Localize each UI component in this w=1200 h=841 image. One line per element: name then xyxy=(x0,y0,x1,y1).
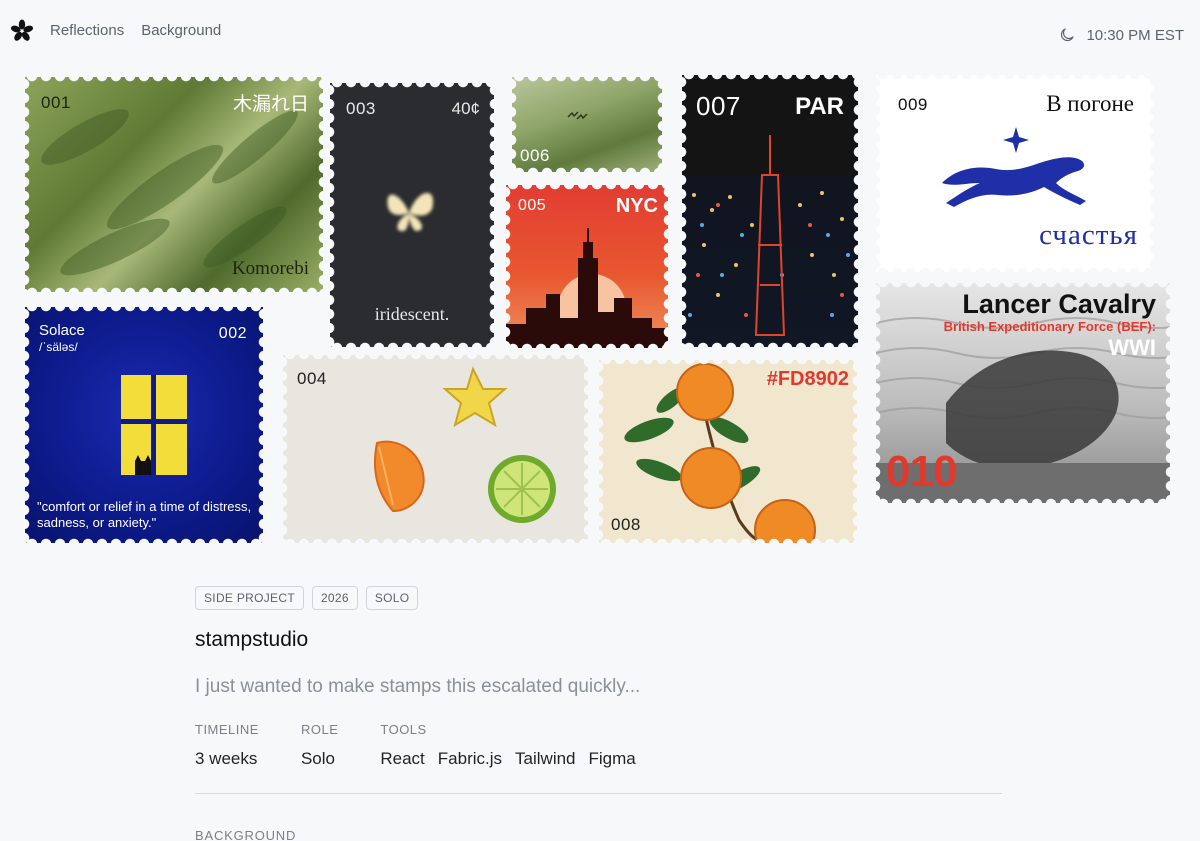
nav-reflections-link[interactable]: Reflections xyxy=(50,22,124,39)
stamp-010[interactable]: Lancer Cavalry British Expeditionary For… xyxy=(876,283,1170,503)
project-subtitle: I just wanted to make stamps this escala… xyxy=(195,676,641,697)
stamp-number: 006 xyxy=(520,146,550,165)
stamp-004[interactable]: 004 xyxy=(283,355,588,543)
birds-icon xyxy=(567,111,588,120)
stamp-008[interactable]: #FD8902 008 xyxy=(599,360,857,543)
background-section-label: BACKGROUND xyxy=(195,828,297,841)
tokyo-night-art xyxy=(682,135,858,347)
stamp-city: PAR xyxy=(795,93,844,120)
stamp-number: 010 xyxy=(886,447,957,496)
stamp-number: 002 xyxy=(218,325,247,342)
tag-side-project: SIDE PROJECT xyxy=(195,586,304,610)
tool-react: React xyxy=(380,749,425,768)
stamp-title: Lancer Cavalry xyxy=(962,289,1156,319)
project-meta: TIMELINE 3 weeks ROLE Solo TOOLS React F… xyxy=(195,722,636,769)
tool-fabricjs: Fabric.js xyxy=(437,749,503,768)
stamp-title-top: В погоне xyxy=(1046,91,1134,116)
stamp-number: 003 xyxy=(346,99,376,118)
nyc-skyline-art xyxy=(506,228,668,348)
stamp-number: 008 xyxy=(611,515,641,534)
meta-tools: TOOLS React Fabric.js Tailwind Figma xyxy=(380,722,635,769)
role-value: Solo xyxy=(300,749,335,768)
tools-label: TOOLS xyxy=(380,722,427,737)
greyhound-art xyxy=(942,127,1086,207)
tag-year: 2026 xyxy=(311,586,358,610)
stamp-hex-code: #FD8902 xyxy=(766,368,849,390)
fruit-art xyxy=(373,366,556,523)
stamp-number: 007 xyxy=(696,91,741,121)
stamp-002[interactable]: Solace /ˈsäləs/ 002 "comfort or relief i… xyxy=(25,307,263,543)
window-cat-art xyxy=(121,375,187,475)
stamp-caption: Komorebi xyxy=(231,258,309,279)
stamp-word: Solace xyxy=(39,322,85,339)
meta-timeline: TIMELINE 3 weeks xyxy=(195,722,259,769)
stamp-number: 004 xyxy=(297,369,327,388)
stamp-definition: "comfort or relief in a time of distress… xyxy=(37,499,252,530)
butterfly-icon xyxy=(387,192,434,232)
clock: 10:30 PM EST xyxy=(1058,26,1184,44)
stamp-001[interactable]: 001 木漏れ日 Komorebi xyxy=(25,77,323,292)
timeline-value: 3 weeks xyxy=(195,749,258,768)
stamp-007[interactable]: 007 PAR xyxy=(682,75,858,347)
project-title: stampstudio xyxy=(195,628,309,651)
stamp-jp-text: 木漏れ日 xyxy=(232,94,309,115)
stamp-title-bottom: счастья xyxy=(1039,219,1138,251)
section-divider xyxy=(195,793,1002,794)
stamp-number: 005 xyxy=(518,197,547,214)
asterisk-logo-icon[interactable] xyxy=(10,19,34,43)
stamp-war: WWI xyxy=(1108,335,1156,360)
top-nav: Reflections Background xyxy=(50,22,221,39)
stamp-phonetic: /ˈsäləs/ xyxy=(39,340,78,354)
role-label: ROLE xyxy=(300,722,339,737)
stamp-number: 001 xyxy=(41,93,71,112)
tag-solo: SOLO xyxy=(365,586,419,610)
stamp-subtitle: British Expeditionary Force (BEF): xyxy=(943,319,1156,334)
meta-role: ROLE Solo xyxy=(301,722,338,769)
tool-tailwind: Tailwind xyxy=(515,749,576,768)
stamp-009[interactable]: 009 В погоне счастья xyxy=(876,75,1154,272)
nav-background-link[interactable]: Background xyxy=(141,22,221,39)
stamp-caption: iridescent. xyxy=(374,304,450,324)
tool-figma: Figma xyxy=(588,749,636,768)
moon-icon[interactable] xyxy=(1058,26,1076,44)
stamp-city: NYC xyxy=(615,195,658,217)
stamp-005[interactable]: 005 NYC xyxy=(506,185,668,348)
stamp-003[interactable]: 003 40¢ iridescent. xyxy=(330,83,494,347)
timeline-label: TIMELINE xyxy=(195,722,259,737)
stamp-006[interactable]: 006 xyxy=(512,77,662,172)
stamp-price: 40¢ xyxy=(451,99,480,118)
clock-time: 10:30 PM EST xyxy=(1086,26,1184,44)
project-tags: SIDE PROJECT 2026 SOLO xyxy=(195,586,419,610)
stamp-number: 009 xyxy=(898,95,928,114)
